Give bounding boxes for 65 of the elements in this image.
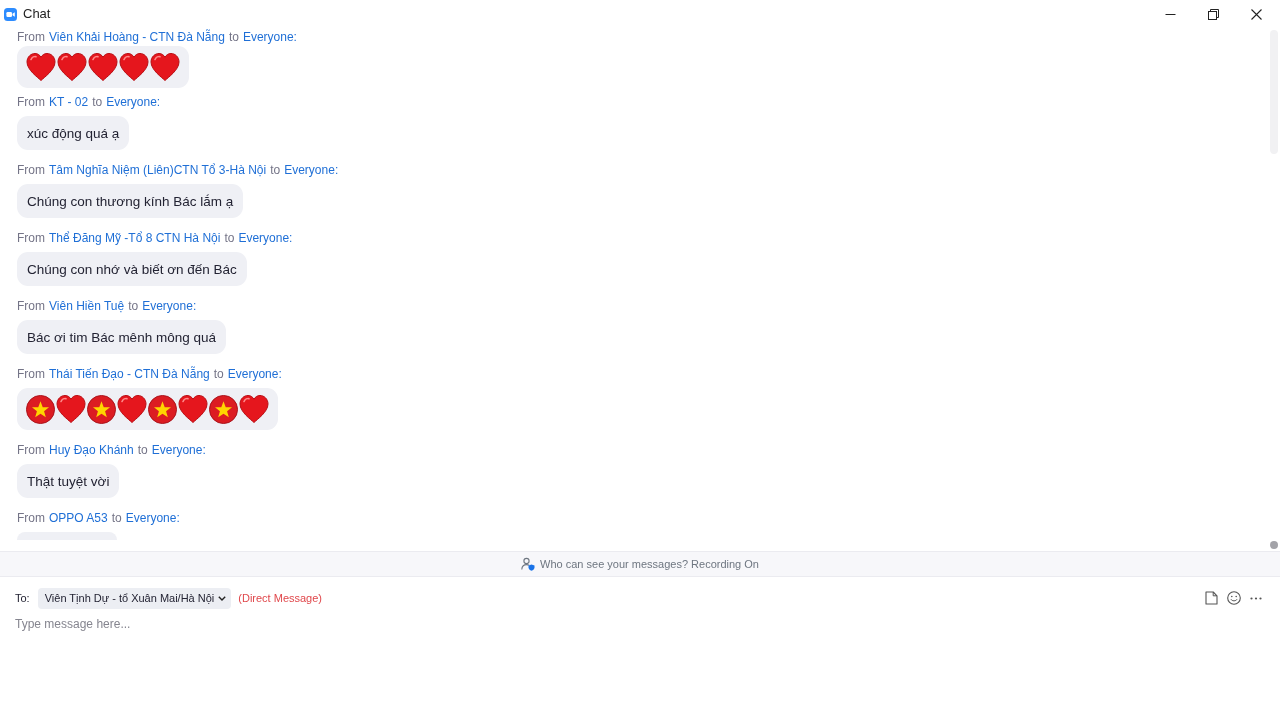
star-disc-icon (209, 394, 238, 424)
sender-name: Viên Hiền Tuệ (49, 298, 125, 314)
star-disc-icon (148, 394, 177, 424)
sender-name: Thể Đăng Mỹ -Tổ 8 CTN Hà Nội (49, 230, 221, 246)
star-disc-icon (87, 394, 116, 424)
notice-link[interactable]: Who can see your messages? Recording On (540, 558, 759, 570)
from-label: From (17, 230, 45, 246)
heart-icon (239, 395, 269, 423)
recipient-name: Everyone: (284, 162, 339, 178)
to-label: to (111, 510, 122, 526)
sender-name: Thái Tiến Đạo - CTN Đà Nẵng (49, 366, 210, 382)
recipient-dropdown[interactable]: Viên Tịnh Dự - tổ Xuân Mai/Hà Nội (37, 587, 232, 609)
to-label: to (128, 298, 139, 314)
to-label: to (137, 442, 148, 458)
from-label: From (17, 366, 45, 382)
recipient-name: Everyone: (106, 94, 161, 110)
from-label: From (17, 510, 45, 526)
sender-name: OPPO A53 (49, 510, 108, 526)
recipient-name: Everyone: (151, 442, 206, 458)
to-label: to (213, 366, 224, 382)
sender-name: KT - 02 (49, 94, 89, 110)
from-label: From (17, 162, 45, 178)
recipient-name: Everyone: (242, 29, 297, 45)
sender-name: Huy Đạo Khánh (49, 442, 134, 458)
message-input[interactable]: Type message here... (15, 613, 1265, 635)
close-icon[interactable] (1251, 8, 1262, 20)
message-bubble: Bác ơi tim Bác mênh mông quá (17, 320, 226, 354)
recipient-name: Everyone: (125, 510, 180, 526)
recipient-name: Everyone: (142, 298, 197, 314)
message-bubble: Chúng con nhớ và biết ơn đến Bác (17, 252, 247, 286)
to-label: To: (15, 592, 30, 604)
star-disc-icon (26, 394, 55, 424)
heart-icon (117, 395, 147, 423)
heart-icon (88, 53, 118, 81)
camera-logo-icon (4, 7, 17, 21)
recipient-name: Everyone: (227, 366, 282, 382)
to-label: to (270, 162, 281, 178)
recipient-name: Everyone: (238, 230, 293, 246)
to-label: to (228, 29, 239, 45)
heart-icon (57, 53, 87, 81)
message-bubble: Chúng con thương kính Bác lắm ạ (17, 184, 244, 218)
from-label: From (17, 442, 45, 458)
direct-message-label: (Direct Message) (238, 592, 323, 604)
message-bubble: xúc động quá ạ (17, 116, 130, 150)
person-shield-icon (521, 557, 536, 571)
heart-icon (178, 395, 208, 423)
heart-icon (56, 395, 86, 423)
more-icon[interactable] (1250, 596, 1262, 600)
from-label: From (17, 298, 45, 314)
file-icon[interactable] (1205, 591, 1218, 605)
window-title: Chat (23, 6, 51, 22)
from-label: From (17, 94, 45, 110)
heart-icon (119, 53, 149, 81)
heart-icon (150, 53, 180, 81)
restore-icon[interactable] (1208, 8, 1219, 20)
from-label: From (17, 29, 45, 45)
caret-icon (218, 595, 227, 601)
message-bubble: Thật tuyệt vời (17, 464, 120, 498)
to-label: to (224, 230, 235, 246)
to-label: to (92, 94, 103, 110)
heart-icon (26, 53, 56, 81)
scrollbar-thumb[interactable] (1270, 541, 1278, 549)
sender-name: Viên Khải Hoàng - CTN Đà Nẵng (49, 29, 225, 45)
smiley-icon[interactable] (1227, 591, 1241, 605)
sender-name: Tâm Nghĩa Niệm (Liên)CTN Tổ 3-Hà Nội (49, 162, 267, 178)
